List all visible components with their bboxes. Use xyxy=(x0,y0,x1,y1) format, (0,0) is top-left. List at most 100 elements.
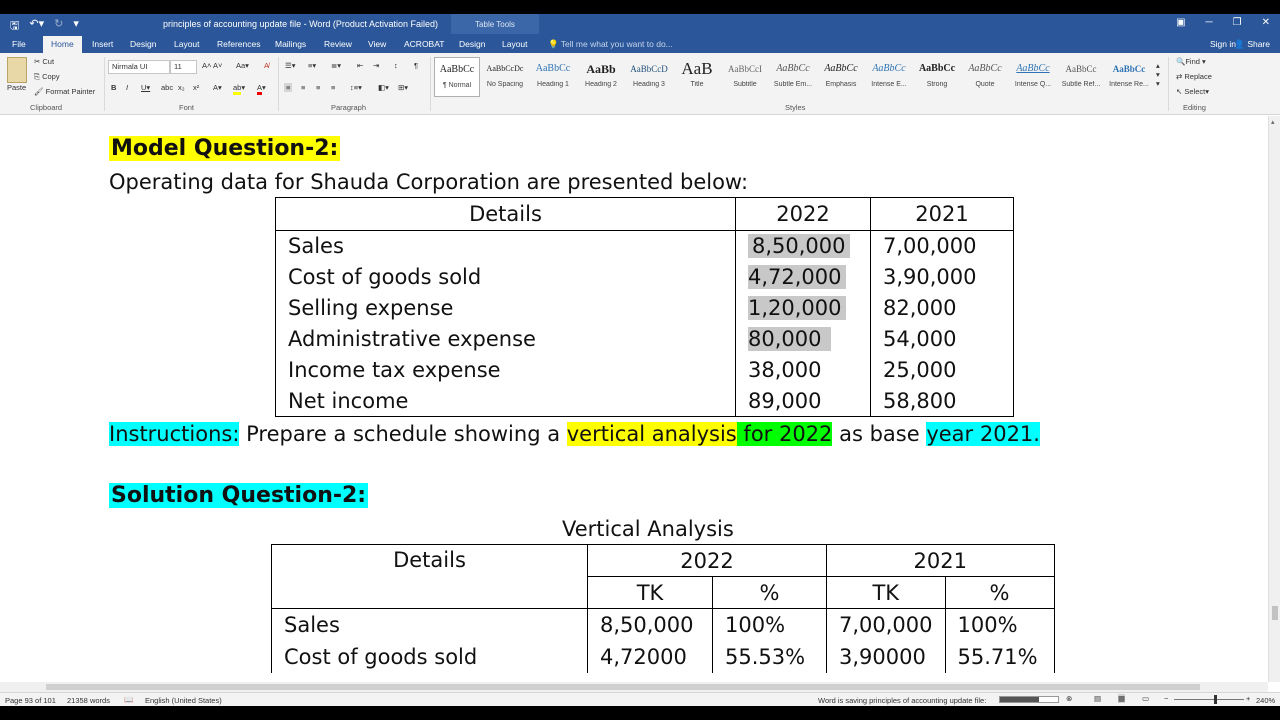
share-button[interactable]: 👤 Share xyxy=(1234,39,1270,50)
close-button[interactable]: ✕ xyxy=(1262,17,1270,28)
replace-button[interactable]: ⇄ Replace xyxy=(1176,72,1212,81)
style-normal[interactable]: AaBbCc ¶ Normal xyxy=(434,57,480,97)
subheader-pct-2021: % xyxy=(944,576,1055,609)
decrease-indent-icon[interactable]: ⇤ xyxy=(357,61,363,70)
proofing-icon[interactable]: 📖 xyxy=(124,695,133,704)
bullets-icon[interactable]: ☰▾ xyxy=(285,61,296,70)
word-count[interactable]: 21358 words xyxy=(67,696,110,705)
zoom-slider-thumb[interactable] xyxy=(1214,695,1217,704)
read-mode-icon[interactable]: ▤ xyxy=(1094,694,1101,703)
tab-review[interactable]: Review xyxy=(324,39,352,49)
subscript-icon[interactable]: x₂ xyxy=(178,83,185,92)
style-name: Intense E... xyxy=(871,81,907,88)
style-name: No Spacing xyxy=(486,81,524,88)
web-layout-icon[interactable]: ▭ xyxy=(1142,694,1149,703)
zoom-level[interactable]: 240% xyxy=(1256,696,1275,705)
style-subtle-emphasis[interactable]: AaBbCc Subtle Em... xyxy=(770,57,816,97)
style-quote[interactable]: AaBbCc Quote xyxy=(962,57,1008,97)
value-text: 8,50,000 xyxy=(748,234,850,259)
styles-scroll-icon[interactable]: ▴ ▾ ▾ xyxy=(1156,61,1160,88)
format-painter-button[interactable]: 🖌 Format Painter xyxy=(34,87,95,96)
tab-layout[interactable]: Layout xyxy=(174,39,200,49)
sign-in-link[interactable]: Sign in xyxy=(1210,39,1236,49)
change-case-icon[interactable]: Aa▾ xyxy=(236,61,249,70)
style-emphasis[interactable]: AaBbCc Emphasis xyxy=(818,57,864,97)
find-button[interactable]: 🔍Find ▾ xyxy=(1176,57,1206,66)
tab-file[interactable]: File xyxy=(12,39,26,49)
print-layout-icon[interactable]: ▦ xyxy=(1118,694,1126,703)
superscript-icon[interactable]: x² xyxy=(193,83,199,92)
tab-references[interactable]: References xyxy=(217,39,260,49)
paste-button[interactable]: Paste xyxy=(7,83,26,92)
paste-icon[interactable] xyxy=(7,57,27,83)
horizontal-scrollbar[interactable] xyxy=(0,682,1268,692)
restore-button[interactable]: ❐ xyxy=(1233,17,1242,28)
style-preview: AaBbCc xyxy=(1112,64,1146,74)
justify-icon[interactable]: ≡ xyxy=(331,83,335,92)
document-page[interactable]: Model Question-2: Operating data for Sha… xyxy=(0,116,1268,682)
cancel-save-icon[interactable]: ⊗ xyxy=(1066,694,1072,703)
style-intense-reference[interactable]: AaBbCc Intense Re... xyxy=(1106,57,1152,97)
page-count[interactable]: Page 93 of 101 xyxy=(5,696,56,705)
scroll-up-icon[interactable]: ▴ xyxy=(1271,118,1275,126)
strikethrough-icon[interactable]: abc xyxy=(161,83,173,92)
style-strong[interactable]: AaBbCc Strong xyxy=(914,57,960,97)
header-2022: 2022 xyxy=(735,197,871,231)
style-title[interactable]: AaB Title xyxy=(674,57,720,97)
minimize-button[interactable]: ─ xyxy=(1206,17,1213,28)
italic-icon[interactable]: I xyxy=(126,83,128,92)
align-center-icon[interactable]: ≡ xyxy=(301,83,305,92)
tab-insert[interactable]: Insert xyxy=(92,39,113,49)
sort-icon[interactable]: ↕ xyxy=(394,61,398,70)
table-row: Income tax expense 38,000 25,000 xyxy=(275,354,1014,386)
font-size-box[interactable]: 11 xyxy=(170,60,197,74)
vertical-scrollbar[interactable]: ▴ xyxy=(1268,116,1280,682)
font-color-icon[interactable]: A▾ xyxy=(257,83,266,95)
zoom-in-icon[interactable]: + xyxy=(1246,694,1250,703)
tab-mailings[interactable]: Mailings xyxy=(275,39,306,49)
line-spacing-icon[interactable]: ↕≡▾ xyxy=(350,83,362,92)
ribbon-display-icon[interactable]: ▣ xyxy=(1176,17,1185,28)
zoom-out-icon[interactable]: − xyxy=(1164,694,1168,703)
underline-icon[interactable]: U▾ xyxy=(141,83,150,92)
pct-2022: 55.53% xyxy=(712,640,827,673)
borders-icon[interactable]: ⊞▾ xyxy=(398,83,408,92)
style-intense-quote[interactable]: AaBbCc Intense Q... xyxy=(1010,57,1056,97)
text-effects-icon[interactable]: A▾ xyxy=(213,83,222,92)
clear-format-icon[interactable]: A̸ xyxy=(264,61,269,70)
zoom-slider[interactable] xyxy=(1174,699,1244,700)
grow-font-icon[interactable]: A˄ A˅ xyxy=(202,61,222,70)
align-right-icon[interactable]: ≡ xyxy=(316,83,320,92)
operating-data-table[interactable]: Details 2022 2021 Sales 8,50,000 7,00,00… xyxy=(275,197,1014,417)
show-marks-icon[interactable]: ¶ xyxy=(414,61,418,70)
style-intense-emphasis[interactable]: AaBbCc Intense E... xyxy=(866,57,912,97)
style-subtle-reference[interactable]: AaBbCc Subtle Ref... xyxy=(1058,57,1104,97)
tab-table-design[interactable]: Design xyxy=(459,39,485,49)
tab-design[interactable]: Design xyxy=(130,39,156,49)
numbering-icon[interactable]: ≡▾ xyxy=(308,61,316,70)
align-left-icon[interactable]: ≡ xyxy=(284,83,293,92)
tab-home[interactable]: Home xyxy=(43,36,82,53)
multilevel-list-icon[interactable]: ≣▾ xyxy=(331,61,341,70)
font-name-box[interactable]: Nirmala UI xyxy=(108,60,170,74)
bold-icon[interactable]: B xyxy=(111,83,116,92)
horizontal-scroll-thumb[interactable] xyxy=(46,684,1200,690)
tab-table-layout[interactable]: Layout xyxy=(502,39,528,49)
highlight-icon[interactable]: ab▾ xyxy=(233,83,245,95)
tell-me-box[interactable]: 💡 Tell me what you want to do... xyxy=(548,39,673,50)
tab-view[interactable]: View xyxy=(368,39,386,49)
style-heading-2[interactable]: AaBb Heading 2 xyxy=(578,57,624,97)
cut-button[interactable]: ✂ Cut xyxy=(34,57,54,66)
tab-acrobat[interactable]: ACROBAT xyxy=(404,39,444,49)
select-button[interactable]: ↖ Select▾ xyxy=(1176,87,1209,96)
style-no-spacing[interactable]: AaBbCcDc No Spacing xyxy=(482,57,528,97)
language-indicator[interactable]: English (United States) xyxy=(145,696,222,705)
vertical-analysis-table[interactable]: Details 2022 2021 TK % TK % Sales 8,50,0… xyxy=(271,544,1055,673)
style-heading-3[interactable]: AaBbCcD Heading 3 xyxy=(626,57,672,97)
shading-icon[interactable]: ◧▾ xyxy=(378,83,389,92)
style-subtitle[interactable]: AaBbCcI Subtitle xyxy=(722,57,768,97)
copy-button[interactable]: ⎘ Copy xyxy=(34,72,60,82)
style-heading-1[interactable]: AaBbCc Heading 1 xyxy=(530,57,576,97)
increase-indent-icon[interactable]: ⇥ xyxy=(373,61,379,70)
vertical-scroll-thumb[interactable] xyxy=(1272,606,1278,620)
